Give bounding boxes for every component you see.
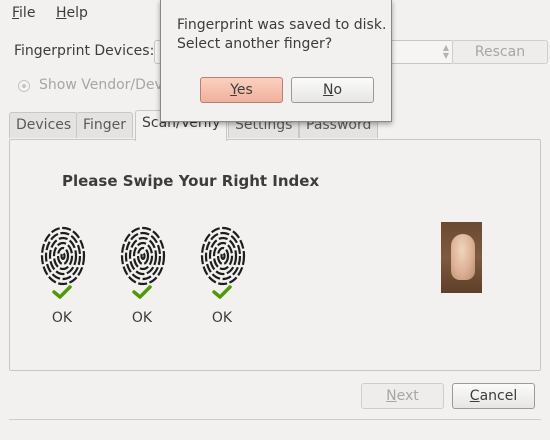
tab-finger[interactable]: Finger bbox=[76, 112, 134, 138]
show-vendor-label: Show Vendor/Dev bbox=[39, 77, 163, 93]
menu-help[interactable]: Help bbox=[56, 5, 88, 21]
fingerprint-icon bbox=[200, 226, 246, 286]
dialog-message-line-1: Fingerprint was saved to disk. bbox=[177, 17, 387, 33]
rescan-button[interactable]: Rescan bbox=[452, 40, 548, 64]
tab-devices[interactable]: Devices bbox=[9, 112, 79, 138]
dialog-message: Fingerprint was saved to disk. Select an… bbox=[177, 16, 386, 54]
menu-file[interactable]: File bbox=[12, 5, 35, 21]
status-ok-label: OK bbox=[131, 310, 153, 326]
cancel-button[interactable]: Cancel bbox=[452, 383, 535, 409]
bottom-separator bbox=[9, 419, 541, 420]
fingertip-shape bbox=[451, 234, 475, 280]
check-icon bbox=[132, 285, 152, 299]
devices-label: Fingerprint Devices: bbox=[14, 43, 155, 59]
check-icon bbox=[212, 285, 232, 299]
save-confirm-dialog: Fingerprint was saved to disk. Select an… bbox=[160, 0, 392, 122]
fingerprint-icon bbox=[40, 226, 86, 286]
yes-button[interactable]: Yes bbox=[200, 77, 283, 103]
scan-verify-panel: Please Swipe Your Right Index OK OK OK bbox=[9, 139, 541, 371]
no-button[interactable]: No bbox=[291, 77, 374, 103]
radio-icon[interactable] bbox=[18, 80, 30, 92]
check-icon bbox=[52, 285, 72, 299]
status-ok-label: OK bbox=[211, 310, 233, 326]
next-button[interactable]: Next bbox=[361, 383, 444, 409]
swipe-instruction: Please Swipe Your Right Index bbox=[62, 172, 320, 190]
finger-image bbox=[441, 222, 482, 293]
fingerprint-icon bbox=[120, 226, 166, 286]
dialog-message-line-2: Select another finger? bbox=[177, 36, 333, 52]
fingerprint-result-2: OK bbox=[112, 226, 172, 326]
combo-arrows-icon: ▲ ▼ bbox=[442, 43, 449, 60]
status-ok-label: OK bbox=[51, 310, 73, 326]
fingerprint-result-3: OK bbox=[192, 226, 252, 326]
fingerprint-result-1: OK bbox=[32, 226, 92, 326]
